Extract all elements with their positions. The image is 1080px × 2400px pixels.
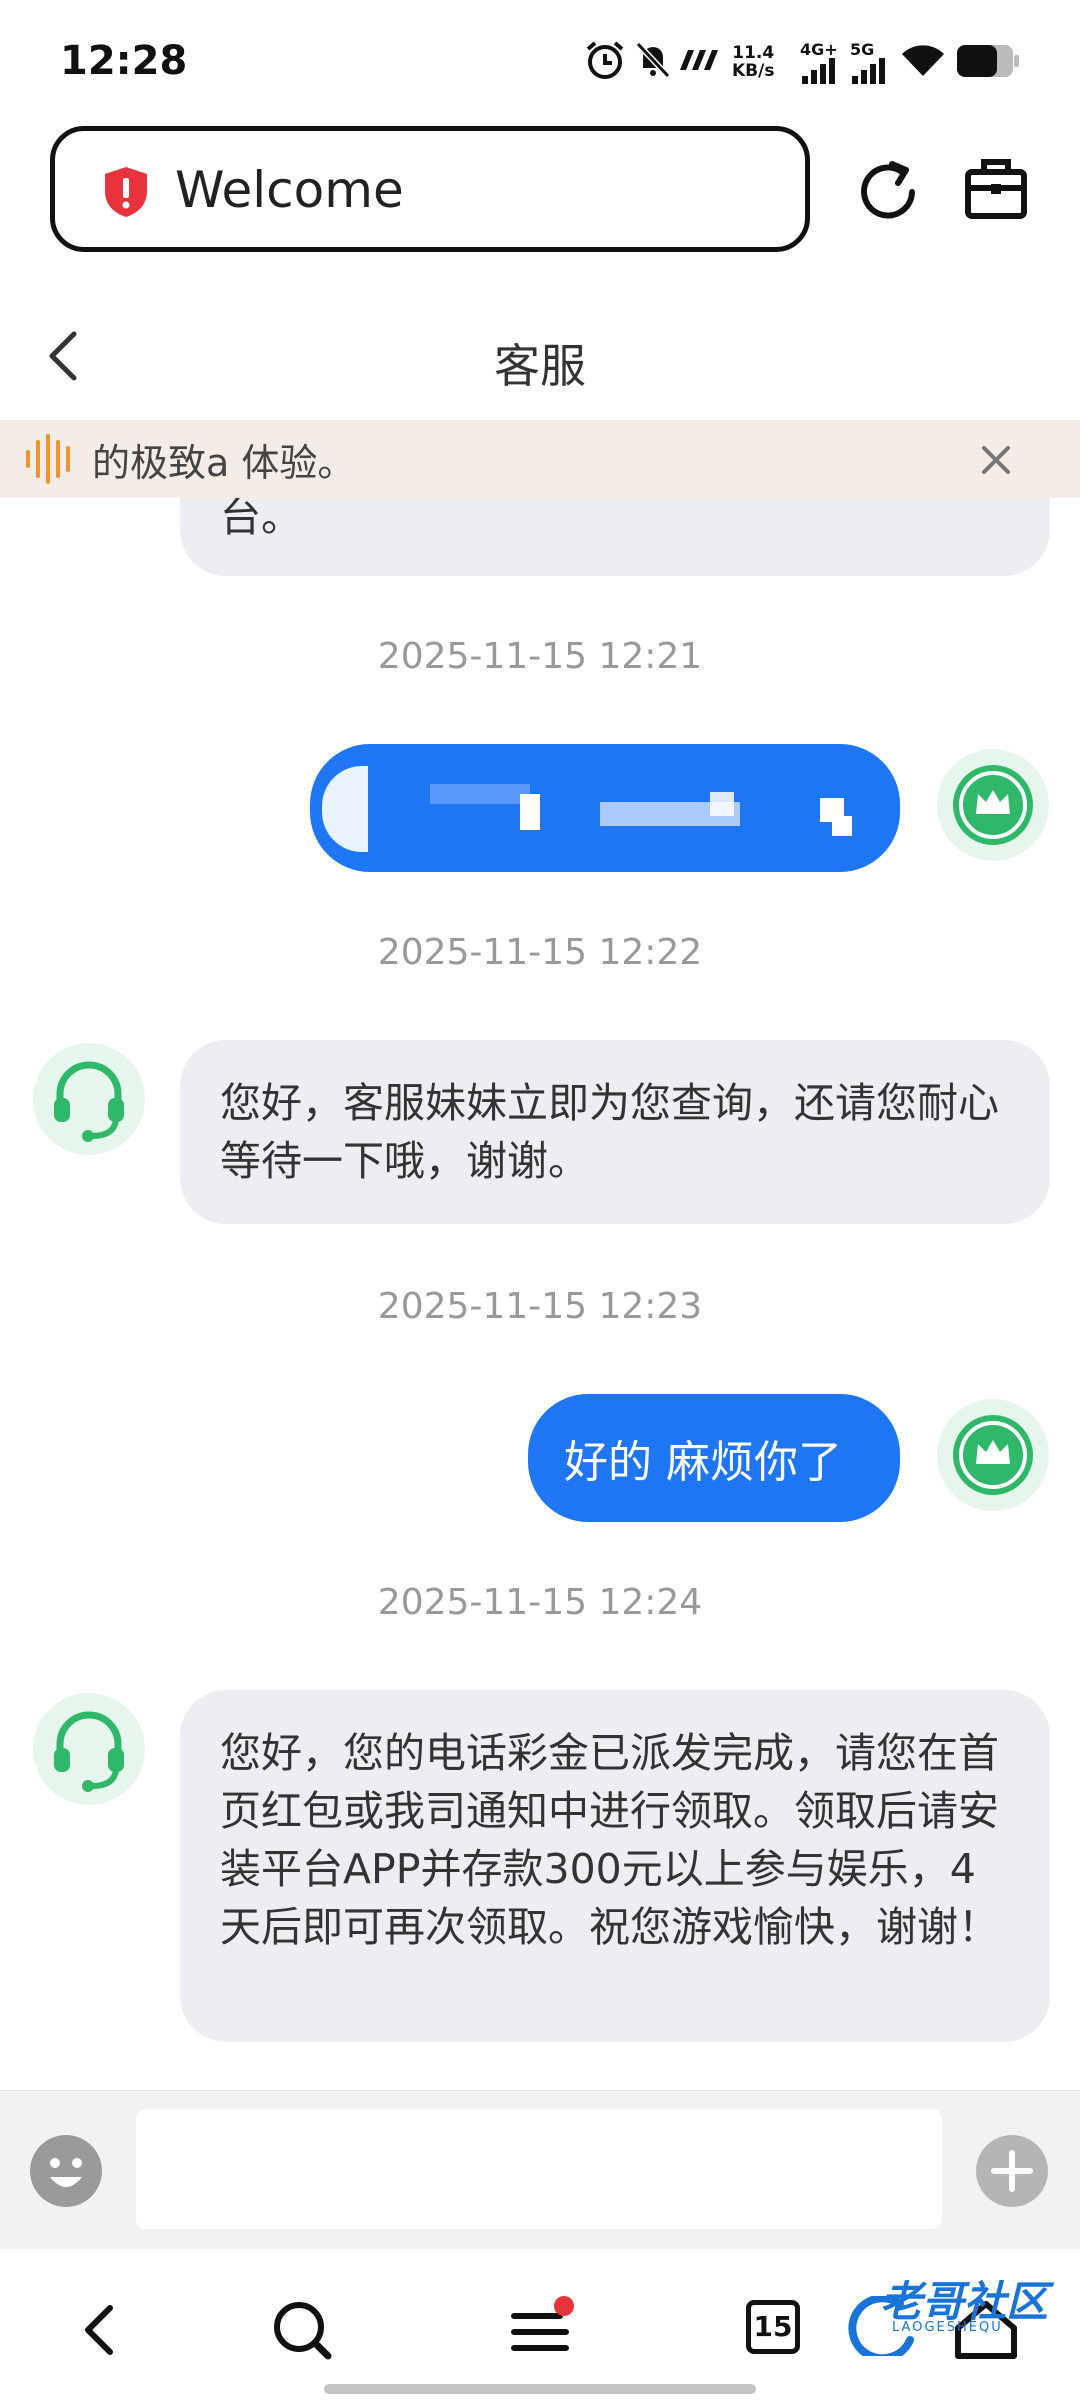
alarm-icon (586, 41, 624, 79)
network-speed: 11.4 KB/s (732, 43, 775, 81)
signal-icon (852, 58, 885, 84)
home-indicator[interactable] (324, 2384, 756, 2394)
status-bar: 12:28 11.4 KB/s 4G+ 5G (0, 0, 1080, 120)
wifi-icon (902, 45, 944, 76)
message-bubble-left: 您好，客服妹妹立即为您查询，还请您耐心等待一下哦，谢谢。 (180, 1040, 1050, 1224)
battery-icon (957, 45, 1019, 77)
user-avatar[interactable] (934, 1396, 1052, 1514)
message-text: 台。 (220, 493, 302, 541)
watermark-subtext: LAOGESHEQU (892, 2320, 1003, 2335)
close-icon[interactable] (976, 440, 1016, 480)
message-bubble-right (310, 744, 900, 872)
signal-icon (802, 58, 835, 84)
notice-text: 的极致a 体验。 (92, 441, 356, 485)
support-avatar[interactable] (30, 1690, 148, 1808)
message-text: 您好，客服妹妹立即为您查询，还请您耐心等待一下哦，谢谢。 (220, 1079, 999, 1185)
message-text: 您好，您的电话彩金已派发完成，请您在首页红包或我司通知中进行领取。领取后请安装平… (220, 1729, 999, 1951)
emoji-icon[interactable] (30, 2135, 102, 2207)
shield-icon (105, 167, 147, 217)
app-icon (680, 50, 718, 70)
user-avatar[interactable] (934, 746, 1052, 864)
menu-icon[interactable] (504, 2294, 576, 2366)
nav-back-icon[interactable] (66, 2294, 138, 2366)
reload-icon[interactable] (852, 156, 924, 228)
timestamp: 2025-11-15 12:23 (377, 1286, 703, 1327)
address-text: Welcome (175, 161, 404, 219)
plus-icon[interactable] (976, 2135, 1048, 2207)
address-bar[interactable]: Welcome (50, 126, 810, 252)
timestamp: 2025-11-15 12:24 (377, 1582, 703, 1623)
message-bubble-left: 您好，您的电话彩金已派发完成，请您在首页红包或我司通知中进行领取。领取后请安装平… (180, 1690, 1050, 2042)
timestamp: 2025-11-15 12:21 (377, 636, 703, 677)
tabs-count: 15 (753, 2310, 793, 2343)
notice-banner: 的极致a 体验。 (0, 420, 1080, 498)
search-icon[interactable] (266, 2294, 338, 2366)
chat-title: 客服 (494, 339, 586, 393)
message-bubble-right: 好的 麻烦你了 (528, 1394, 900, 1522)
timestamp: 2025-11-15 12:22 (377, 932, 703, 973)
mute-icon (635, 41, 671, 79)
audio-wave-icon (26, 434, 70, 484)
status-time: 12:28 (60, 38, 188, 84)
support-avatar[interactable] (30, 1040, 148, 1158)
chat-input-bar (0, 2090, 1080, 2249)
message-text: 好的 麻烦你了 (564, 1437, 842, 1488)
toolbox-icon[interactable] (964, 156, 1028, 220)
tabs-button[interactable]: 15 (746, 2300, 800, 2354)
message-input[interactable] (136, 2109, 942, 2229)
